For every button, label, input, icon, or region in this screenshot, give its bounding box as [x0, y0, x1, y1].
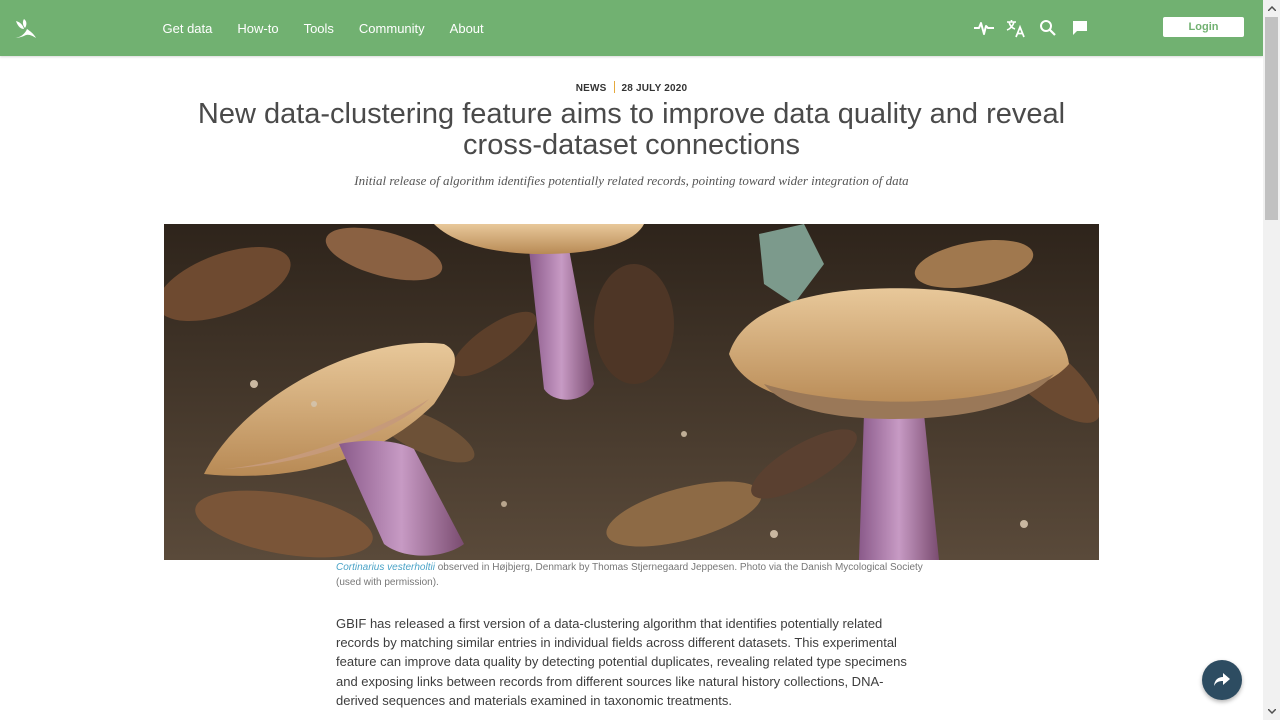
login-button[interactable]: Login	[1163, 17, 1244, 37]
search-icon[interactable]	[1038, 18, 1058, 38]
article-title: New data-clustering feature aims to impr…	[197, 98, 1066, 161]
meta-separator	[613, 81, 615, 93]
feedback-icon[interactable]	[1070, 18, 1090, 38]
scroll-up-arrow-icon[interactable]	[1263, 0, 1280, 17]
article-subtitle: Initial release of algorithm identifies …	[354, 173, 909, 188]
article-date: 28 JULY 2020	[621, 83, 688, 94]
page-scrollbar[interactable]	[1263, 0, 1280, 720]
scroll-down-arrow-icon[interactable]	[1263, 703, 1280, 720]
pulse-icon[interactable]	[974, 18, 994, 38]
article-meta: NEWS 28 JULY 2020	[0, 81, 1263, 94]
share-arrow-icon	[1214, 673, 1230, 686]
scrollbar-thumb[interactable]	[1265, 17, 1278, 220]
top-nav-bar: Get data How-to Tools Community About Lo…	[0, 0, 1263, 56]
nav-item-how-to[interactable]: How-to	[225, 21, 291, 36]
header-tools	[974, 0, 1090, 56]
nav-item-get-data[interactable]: Get data	[150, 21, 225, 36]
translate-icon[interactable]	[1006, 18, 1026, 38]
gbif-logo-icon[interactable]	[12, 16, 38, 40]
nav-item-about[interactable]: About	[437, 21, 496, 36]
image-caption: Cortinarius vesterholtii observed in Høj…	[336, 561, 926, 590]
nav-item-community[interactable]: Community	[346, 21, 437, 36]
hero-image-mushrooms	[164, 224, 1099, 560]
nav-item-tools[interactable]: Tools	[291, 21, 346, 36]
main-nav: Get data How-to Tools Community About	[150, 0, 496, 56]
species-link[interactable]: Cortinarius vesterholtii	[336, 562, 435, 573]
article-category[interactable]: NEWS	[576, 83, 607, 94]
share-button[interactable]	[1202, 660, 1242, 700]
article-paragraph: GBIF has released a first version of a d…	[336, 616, 907, 708]
